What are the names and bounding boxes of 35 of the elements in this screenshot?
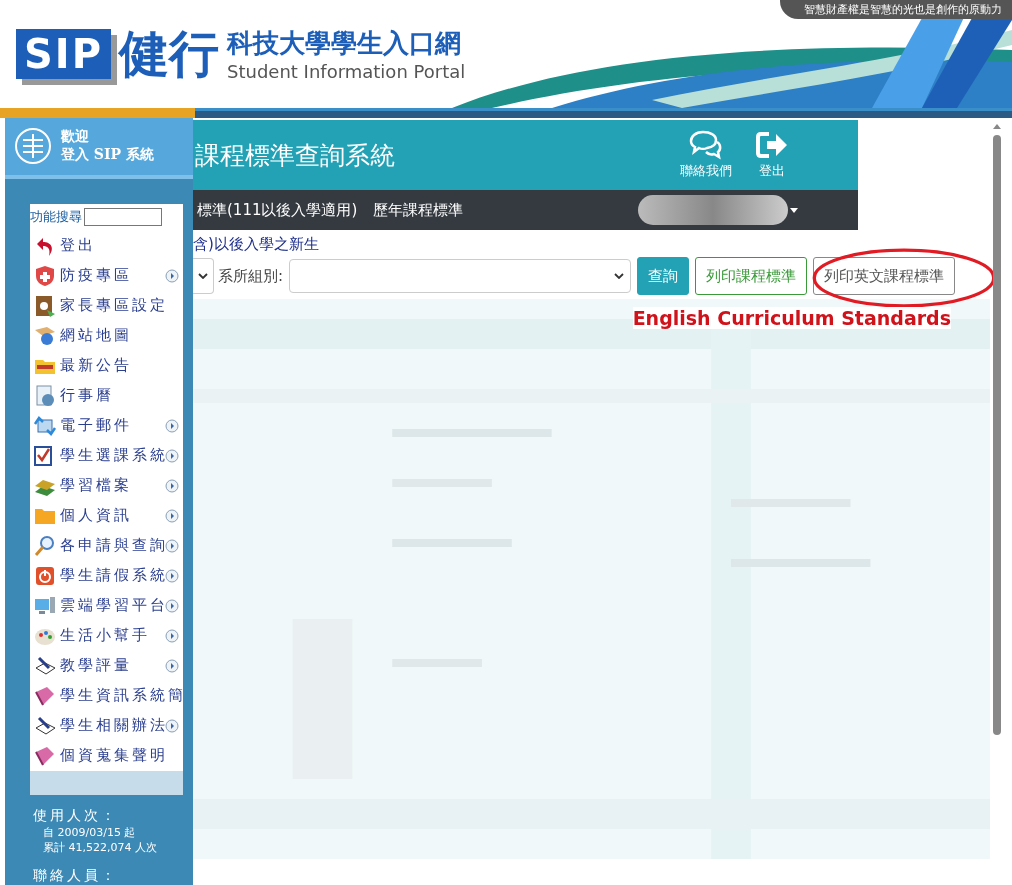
print-button[interactable]: 列印課程標準: [695, 257, 808, 295]
portal-subtitle: Student Information Portal: [227, 61, 466, 82]
contact-label: 聯絡人員：: [33, 867, 119, 885]
scroll-up-icon[interactable]: [993, 124, 1001, 129]
portal-title: 科技大學學生入口網: [227, 27, 462, 60]
address-book-icon: [33, 293, 57, 318]
search-icon: [33, 533, 57, 558]
blurred-user-menu[interactable]: [638, 195, 788, 225]
scrollbar-thumb[interactable]: [993, 135, 1001, 735]
search-field[interactable]: [84, 208, 162, 227]
mail-arrows-icon: [33, 413, 57, 438]
department-label: 系所組別:: [218, 266, 284, 286]
caret-icon: [790, 208, 798, 213]
school-emblem-icon: [13, 126, 53, 167]
usage-since: 自 2009/03/15 起: [42, 825, 137, 840]
shield-cross-icon: [33, 263, 57, 288]
usage-total: 累計 41,522,074 人次: [42, 840, 158, 855]
dropdown[interactable]: [193, 258, 214, 294]
school-name: 健行: [119, 22, 219, 85]
login-text: 登入 SIP 系統: [61, 146, 154, 165]
app-title: 課程標準查詢系統: [194, 139, 395, 172]
nav-link[interactable]: 歷年課程標準: [373, 200, 464, 220]
notice-text: 含)以後入學之新生: [193, 235, 320, 254]
nav-link[interactable]: 標準(111以後入學適用): [197, 200, 358, 220]
print-button[interactable]: 列印英文課程標準: [813, 257, 956, 295]
chevron-icon: [614, 273, 625, 279]
usage-label: 使用人次：: [33, 807, 119, 825]
annotation-text: English Curriculum Standards: [632, 307, 951, 329]
welcome-text: 歡迎: [61, 128, 90, 147]
clock-page-icon: [33, 383, 57, 408]
chat-bubbles-icon: [688, 130, 724, 160]
chevron-icon: [198, 273, 208, 279]
tagline: 智慧財產權是智慧的光也是創作的原動力: [780, 0, 1012, 19]
logout-icon: [754, 130, 790, 160]
search-label: 功能搜尋: [30, 208, 82, 227]
